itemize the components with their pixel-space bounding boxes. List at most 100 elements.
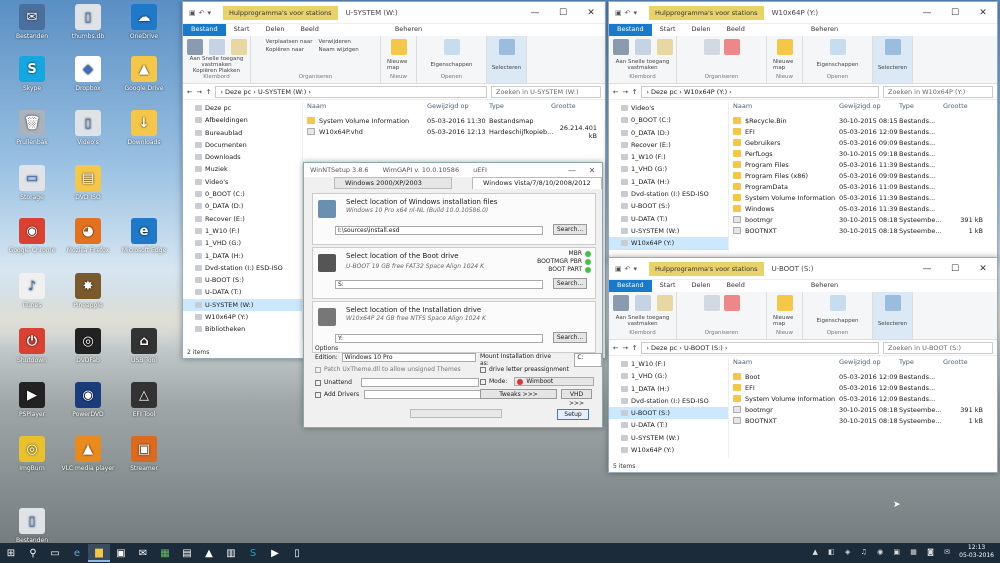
desktop-icon[interactable]: ▤ DVD ISO	[60, 165, 116, 201]
file-row[interactable]: System Volume Information 05-03-2016 12:0…	[733, 393, 983, 404]
nav-item[interactable]: W10x64P (Y:)	[609, 444, 728, 456]
properties-icon[interactable]	[829, 39, 846, 55]
nav-item[interactable]: U-SYSTEM (W:)	[183, 298, 302, 312]
nav-item[interactable]: 0_DATA (D:)	[609, 127, 728, 139]
new-folder-icon[interactable]	[776, 295, 793, 311]
desktop-icon[interactable]: 🗑 Prullenbak	[4, 110, 60, 146]
tab-manage[interactable]: Beheren	[387, 24, 430, 36]
tab-view[interactable]: Beeld	[292, 24, 326, 36]
pin-icon[interactable]	[186, 39, 203, 55]
back-icon[interactable]: ←	[613, 344, 618, 352]
nav-item[interactable]: Dvd-station (I:) ESD-ISO	[609, 395, 728, 407]
tab-file[interactable]: Bestand	[609, 24, 652, 36]
nav-item[interactable]: U-DATA (T:)	[609, 419, 728, 431]
file-row[interactable]: EFI 05-03-2016 12:09 Bestands...	[733, 382, 983, 393]
address-bar[interactable]: › Deze pc › U-SYSTEM (W:) ›	[215, 85, 487, 98]
nav-item[interactable]: Afbeeldingen	[183, 114, 302, 126]
pin-button[interactable]: Aan Snelle toegang vastmaken	[616, 315, 670, 327]
minimize-button[interactable]: —	[913, 2, 941, 24]
file-row[interactable]: System Volume Information 05-03-2016 11:3…	[733, 192, 983, 203]
col-type[interactable]: Type	[899, 358, 943, 366]
tab-file[interactable]: Bestand	[183, 24, 226, 36]
desktop-icon[interactable]: ▯ thumbs.db	[60, 4, 116, 40]
desktop-icon[interactable]: ✉ Bestanden	[4, 4, 60, 40]
nav-item[interactable]: 0_DATA (D:)	[183, 200, 302, 212]
search-icon[interactable]: ⚲	[22, 544, 44, 562]
desktop-icon[interactable]: ◎ DVDFab	[60, 328, 116, 364]
nav-item[interactable]: 1_VHD (G:)	[609, 370, 728, 382]
properties-button[interactable]: Eigenschappen	[817, 62, 859, 68]
desktop-icon[interactable]: ▭ Storage	[4, 165, 60, 201]
forward-icon[interactable]: →	[196, 88, 201, 96]
properties-button[interactable]: Eigenschappen	[817, 318, 859, 324]
nav-item[interactable]: U-BOOT (S:)	[609, 407, 728, 420]
maximize-button[interactable]: ☐	[941, 2, 969, 24]
search-button[interactable]: Search...	[553, 224, 587, 235]
forward-icon[interactable]: →	[622, 88, 627, 96]
file-row[interactable]: ProgramData 05-03-2016 11:09 Bestands...	[733, 181, 983, 192]
maximize-button[interactable]: ☐	[941, 258, 969, 280]
select-icon[interactable]	[884, 39, 901, 55]
select-icon[interactable]	[498, 39, 515, 55]
install-source-input[interactable]: I:\sources\install.esd	[335, 226, 543, 235]
address-bar[interactable]: › Deze pc › U-BOOT (S:) ›	[641, 341, 879, 354]
store-icon[interactable]: ▣	[110, 544, 132, 562]
tab-legacy-windows[interactable]: Windows 2000/XP/2003	[334, 177, 452, 189]
copy-icon[interactable]	[634, 295, 651, 311]
title-bar[interactable]: ▣ ↶ ▾ Hulpprogramma's voor stations U-SYST…	[183, 2, 605, 24]
tab-share[interactable]: Delen	[684, 24, 719, 36]
title-bar[interactable]: ▣ ↶ ▾ Hulpprogramma's voor stations W10x64…	[609, 2, 997, 24]
nav-item[interactable]: 1_DATA (H:)	[183, 250, 302, 262]
file-row[interactable]: Program Files 05-03-2016 11:39 Bestands...	[733, 159, 983, 170]
pin-button[interactable]: Aan Snelle toegang vastmaken	[190, 56, 244, 68]
move-to-button[interactable]: Verplaatsen naar	[266, 39, 313, 45]
col-size[interactable]: Grootte	[943, 358, 983, 366]
nav-item[interactable]: 1_DATA (H:)	[609, 176, 728, 188]
nav-item[interactable]: U-DATA (T:)	[609, 213, 728, 225]
nav-item[interactable]: Video's	[609, 102, 728, 114]
mail-icon[interactable]: ✉	[132, 544, 154, 562]
patch-checkbox[interactable]	[315, 366, 321, 373]
search-input[interactable]: Zoeken in W10x64P (Y:)	[883, 85, 993, 98]
paste-icon[interactable]	[230, 39, 247, 55]
undo-icon[interactable]: ↶	[625, 9, 631, 17]
pin-icon[interactable]	[612, 295, 629, 311]
nav-item[interactable]: 1_W10 (F:)	[609, 358, 728, 370]
col-name[interactable]: Naam	[733, 102, 839, 110]
file-row[interactable]: EFI 05-03-2016 12:09 Bestands...	[733, 126, 983, 137]
nav-item[interactable]: Dvd-station (I:) ESD-ISO	[183, 262, 302, 274]
delete-button[interactable]: Verwijderen	[319, 39, 366, 45]
tweaks-button[interactable]: Tweaks >>>	[480, 389, 557, 399]
calculator-icon[interactable]: ▤	[176, 544, 198, 562]
tab-manage[interactable]: Beheren	[803, 24, 846, 36]
up-icon[interactable]: ↑	[632, 344, 637, 352]
chevron-down-icon[interactable]: ▾	[634, 9, 638, 17]
nav-item[interactable]: 1_W10 (F:)	[183, 225, 302, 237]
delete-icon[interactable]	[723, 295, 740, 311]
edge-icon[interactable]: e	[66, 544, 88, 562]
new-folder-button[interactable]: Nieuwe map	[773, 315, 796, 327]
col-name[interactable]: Naam	[733, 358, 839, 366]
nav-item[interactable]: U-SYSTEM (W:)	[609, 225, 728, 237]
skype-icon[interactable]: S	[242, 544, 264, 562]
delete-icon[interactable]	[723, 39, 740, 55]
file-row[interactable]: BOOTNXT 30-10-2015 08:18 Systeembe... 1 kB	[733, 415, 983, 426]
desktop-icon[interactable]: ▣ Streamer	[116, 436, 172, 472]
nav-item[interactable]: 1_VHD (G:)	[609, 163, 728, 175]
boot-drive-input[interactable]: S:	[335, 280, 543, 289]
desktop-icon[interactable]: ▶ PSPlayer	[4, 382, 60, 418]
nav-item[interactable]: U-BOOT (S:)	[183, 274, 302, 286]
media-player-icon[interactable]: ▶	[264, 544, 286, 562]
close-button[interactable]: ✕	[582, 163, 602, 177]
nav-item[interactable]: 0_BOOT (C:)	[609, 114, 728, 126]
pin-icon[interactable]	[612, 39, 629, 55]
col-modified[interactable]: Gewijzigd op	[839, 102, 899, 110]
nav-item[interactable]: 0_BOOT (C:)	[183, 188, 302, 200]
nav-item[interactable]: W10x64P (Y:)	[609, 237, 728, 250]
tab-manage[interactable]: Beheren	[803, 280, 846, 292]
nav-item[interactable]: Deze pc	[183, 102, 302, 114]
desktop-icon[interactable]: ◉ Google Chrome	[4, 218, 60, 254]
tab-start[interactable]: Start	[652, 24, 684, 36]
desktop-icon[interactable]: ◕ Mozilla Firefox	[60, 218, 116, 254]
pin-button[interactable]: Aan Snelle toegang vastmaken	[616, 59, 670, 71]
